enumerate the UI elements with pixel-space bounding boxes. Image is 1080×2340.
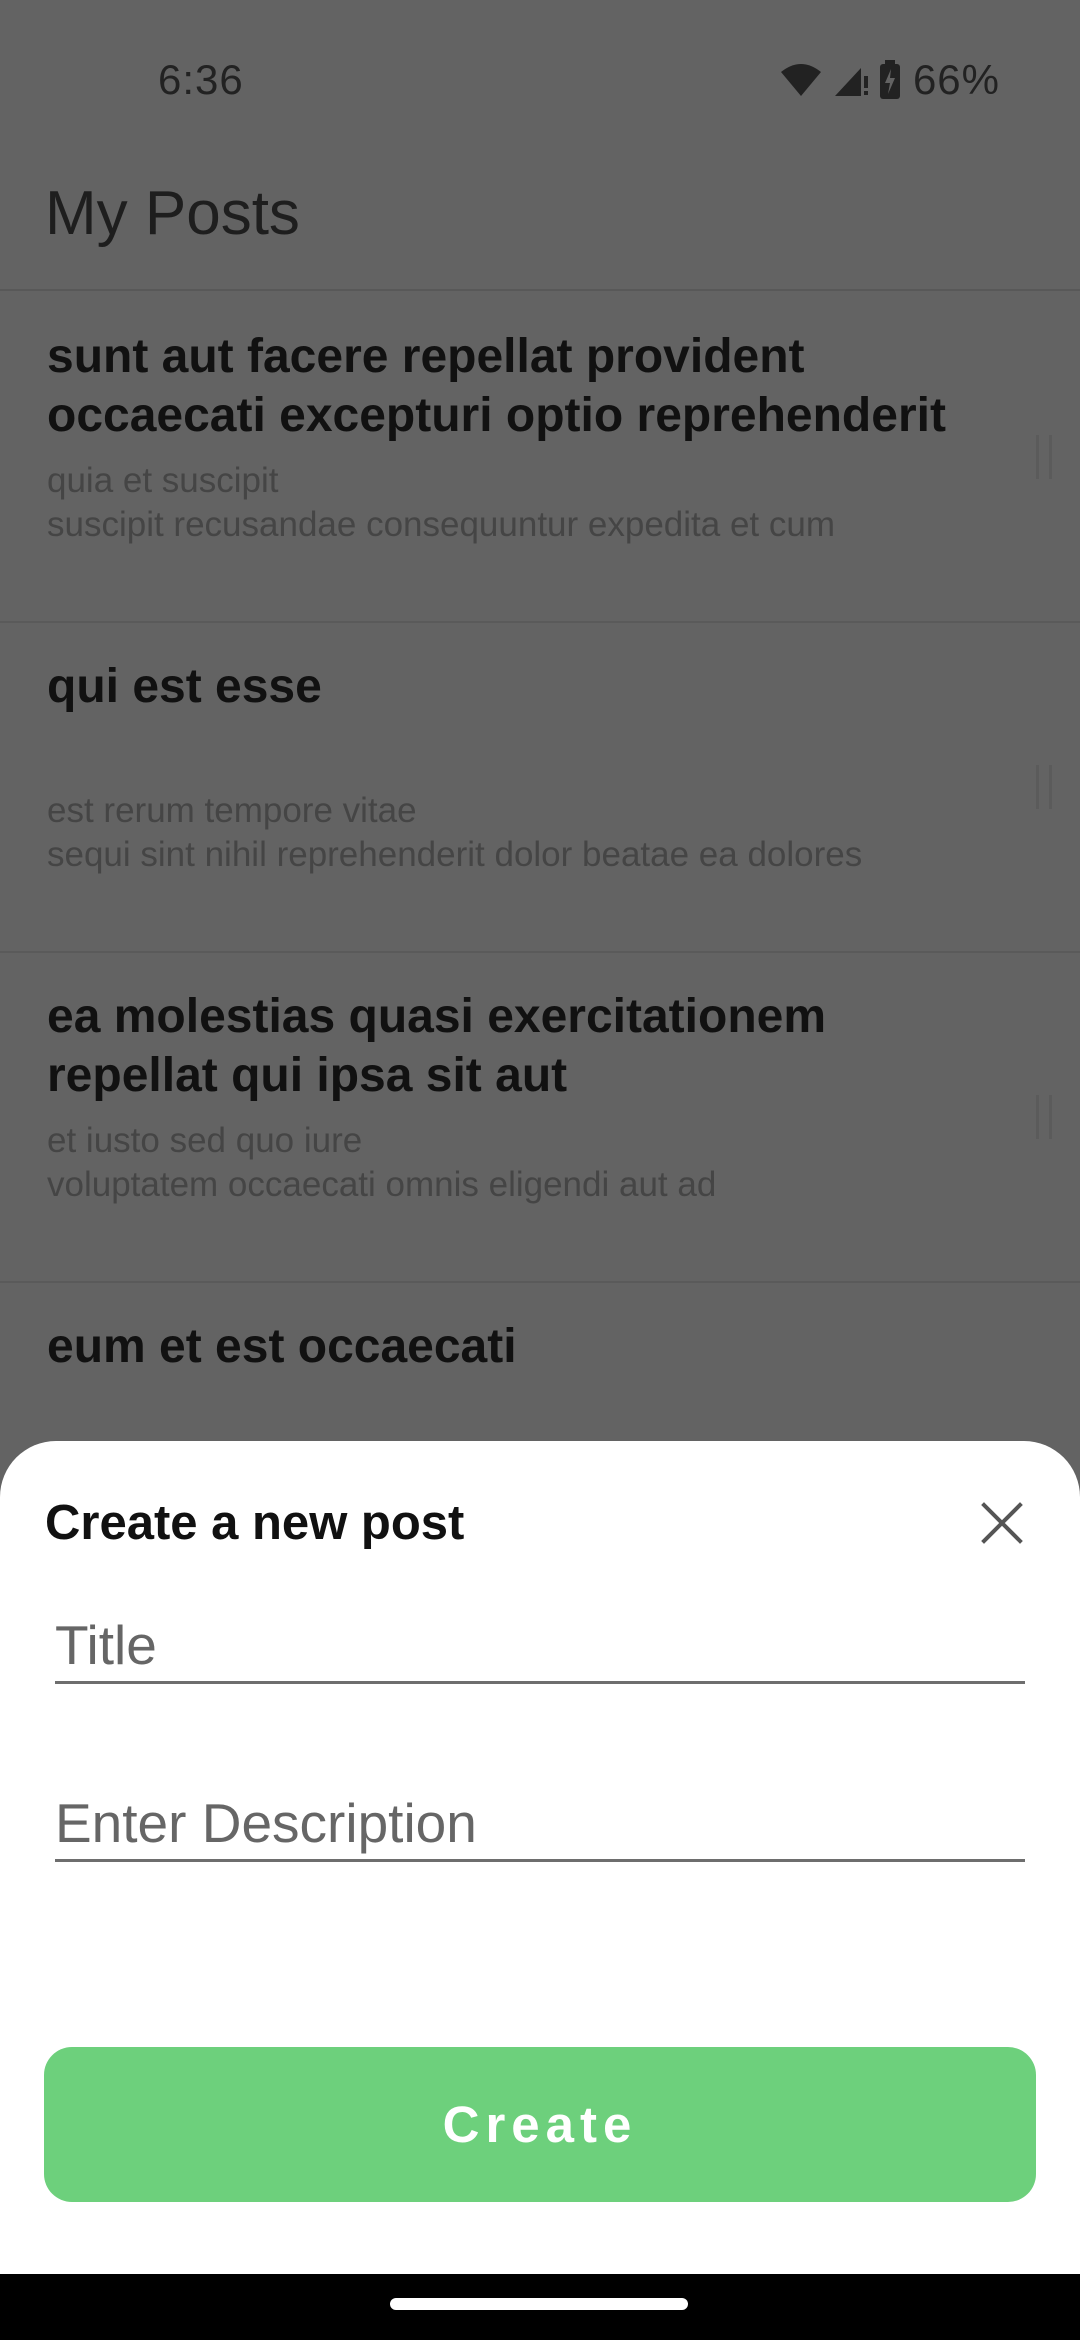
wifi-icon [779,62,823,98]
status-bar: 6:36 66% [0,0,1080,165]
status-time: 6:36 [158,56,244,103]
post-body: quia et suscipit suscipit recusandae con… [47,461,835,544]
title-input[interactable] [55,1613,1025,1677]
description-field [55,1759,1025,1862]
cell-signal-icon [833,62,869,98]
post-title: sunt aut facere repellat provident occae… [47,330,946,442]
post-title: qui est esse [47,660,322,713]
battery-percent: 66% [912,56,1000,103]
post-list: sunt aut facere repellat provident occae… [0,291,1080,1613]
status-icons: 66% [779,56,1000,104]
create-button[interactable]: Create [44,2047,1036,2202]
navigation-bar [0,2274,1080,2340]
description-input[interactable] [55,1791,1025,1855]
post-body: est rerum tempore vitae sequi sint nihil… [47,791,863,874]
post-body: et iusto sed quo iure voluptatem occaeca… [47,1121,717,1204]
title-field [55,1581,1025,1684]
battery-charging-icon [879,60,901,100]
list-item[interactable]: sunt aut facere repellat provident occae… [0,291,1080,623]
create-post-sheet: Create a new post Create [0,1441,1080,2274]
sheet-title: Create a new post [45,1496,465,1550]
drag-handle-icon[interactable] [1036,1095,1052,1139]
drag-handle-icon[interactable] [1036,765,1052,809]
page-title: My Posts [45,179,300,248]
home-indicator[interactable] [390,2298,688,2310]
close-icon [981,1502,1023,1544]
drag-handle-icon[interactable] [1036,435,1052,479]
close-button[interactable] [964,1485,1040,1561]
list-item[interactable]: ea molestias quasi exercitationem repell… [0,951,1080,1283]
post-title: eum et est occaecati [47,1320,517,1373]
list-item[interactable]: qui est esse est rerum tempore vitae seq… [0,621,1080,953]
post-title: ea molestias quasi exercitationem repell… [47,990,827,1102]
